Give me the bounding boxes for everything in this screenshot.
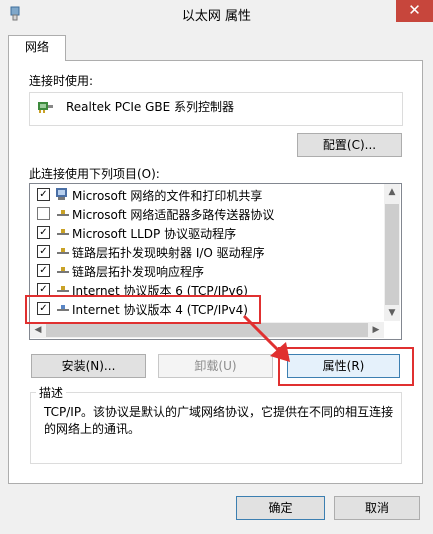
description-text: TCP/IP。该协议是默认的广域网络协议，它提供在不同的相互连接的网络上的通讯。 bbox=[44, 405, 394, 436]
configure-button[interactable]: 配置(C)... bbox=[297, 133, 402, 157]
scroll-left-icon[interactable]: ◀ bbox=[30, 322, 46, 338]
protocol-icon bbox=[57, 286, 69, 292]
checkbox[interactable]: ✓ bbox=[37, 264, 50, 277]
checkbox[interactable] bbox=[37, 207, 50, 220]
window-title: 以太网 属性 bbox=[181, 9, 252, 24]
protocol-icon bbox=[57, 229, 69, 235]
vertical-scroll-thumb[interactable] bbox=[385, 204, 399, 305]
protocol-icon bbox=[57, 210, 69, 216]
list-item[interactable]: ✓ 链路层拓扑发现响应程序 bbox=[30, 261, 380, 280]
list-item-label: Microsoft LLDP 协议驱动程序 bbox=[72, 227, 237, 241]
list-item[interactable]: Microsoft 网络适配器多路传送器协议 bbox=[30, 204, 380, 223]
list-item[interactable]: ✓ Microsoft 网络的文件和打印机共享 bbox=[30, 185, 380, 204]
network-card-icon bbox=[38, 102, 53, 113]
scroll-right-icon[interactable]: ▶ bbox=[368, 322, 384, 338]
red-arrow-icon bbox=[242, 314, 290, 362]
ipv4-highlight-box bbox=[25, 295, 261, 324]
ok-button[interactable]: 确定 bbox=[236, 496, 325, 520]
list-item[interactable]: ✓ 链路层拓扑发现映射器 I/O 驱动程序 bbox=[30, 242, 380, 261]
description-label: 描述 bbox=[36, 384, 67, 401]
scroll-up-icon[interactable]: ▲ bbox=[384, 184, 400, 200]
protocol-icon bbox=[57, 248, 69, 254]
checkbox[interactable]: ✓ bbox=[37, 226, 50, 239]
list-item-label: Microsoft 网络适配器多路传送器协议 bbox=[72, 208, 275, 222]
tab-network[interactable]: 网络 bbox=[8, 35, 66, 61]
close-button[interactable]: ✕ bbox=[396, 0, 433, 22]
connect-using-label: 连接时使用: bbox=[29, 74, 94, 88]
protocol-icon bbox=[57, 267, 69, 273]
checkbox[interactable]: ✓ bbox=[37, 245, 50, 258]
cancel-button[interactable]: 取消 bbox=[334, 496, 420, 520]
adapter-name: Realtek PCIe GBE 系列控制器 bbox=[66, 100, 235, 114]
printer-share-icon bbox=[56, 188, 67, 200]
list-item-label: 链路层拓扑发现映射器 I/O 驱动程序 bbox=[72, 246, 265, 260]
install-button[interactable]: 安装(N)... bbox=[31, 354, 146, 378]
horizontal-scroll-thumb[interactable] bbox=[46, 323, 368, 337]
scroll-down-icon[interactable]: ▼ bbox=[384, 305, 400, 321]
items-label: 此连接使用下列项目(O): bbox=[29, 167, 160, 181]
checkbox[interactable]: ✓ bbox=[37, 188, 50, 201]
list-item-label: 链路层拓扑发现响应程序 bbox=[72, 265, 205, 279]
list-item-label: Microsoft 网络的文件和打印机共享 bbox=[72, 189, 263, 203]
list-item[interactable]: ✓ Microsoft LLDP 协议驱动程序 bbox=[30, 223, 380, 242]
